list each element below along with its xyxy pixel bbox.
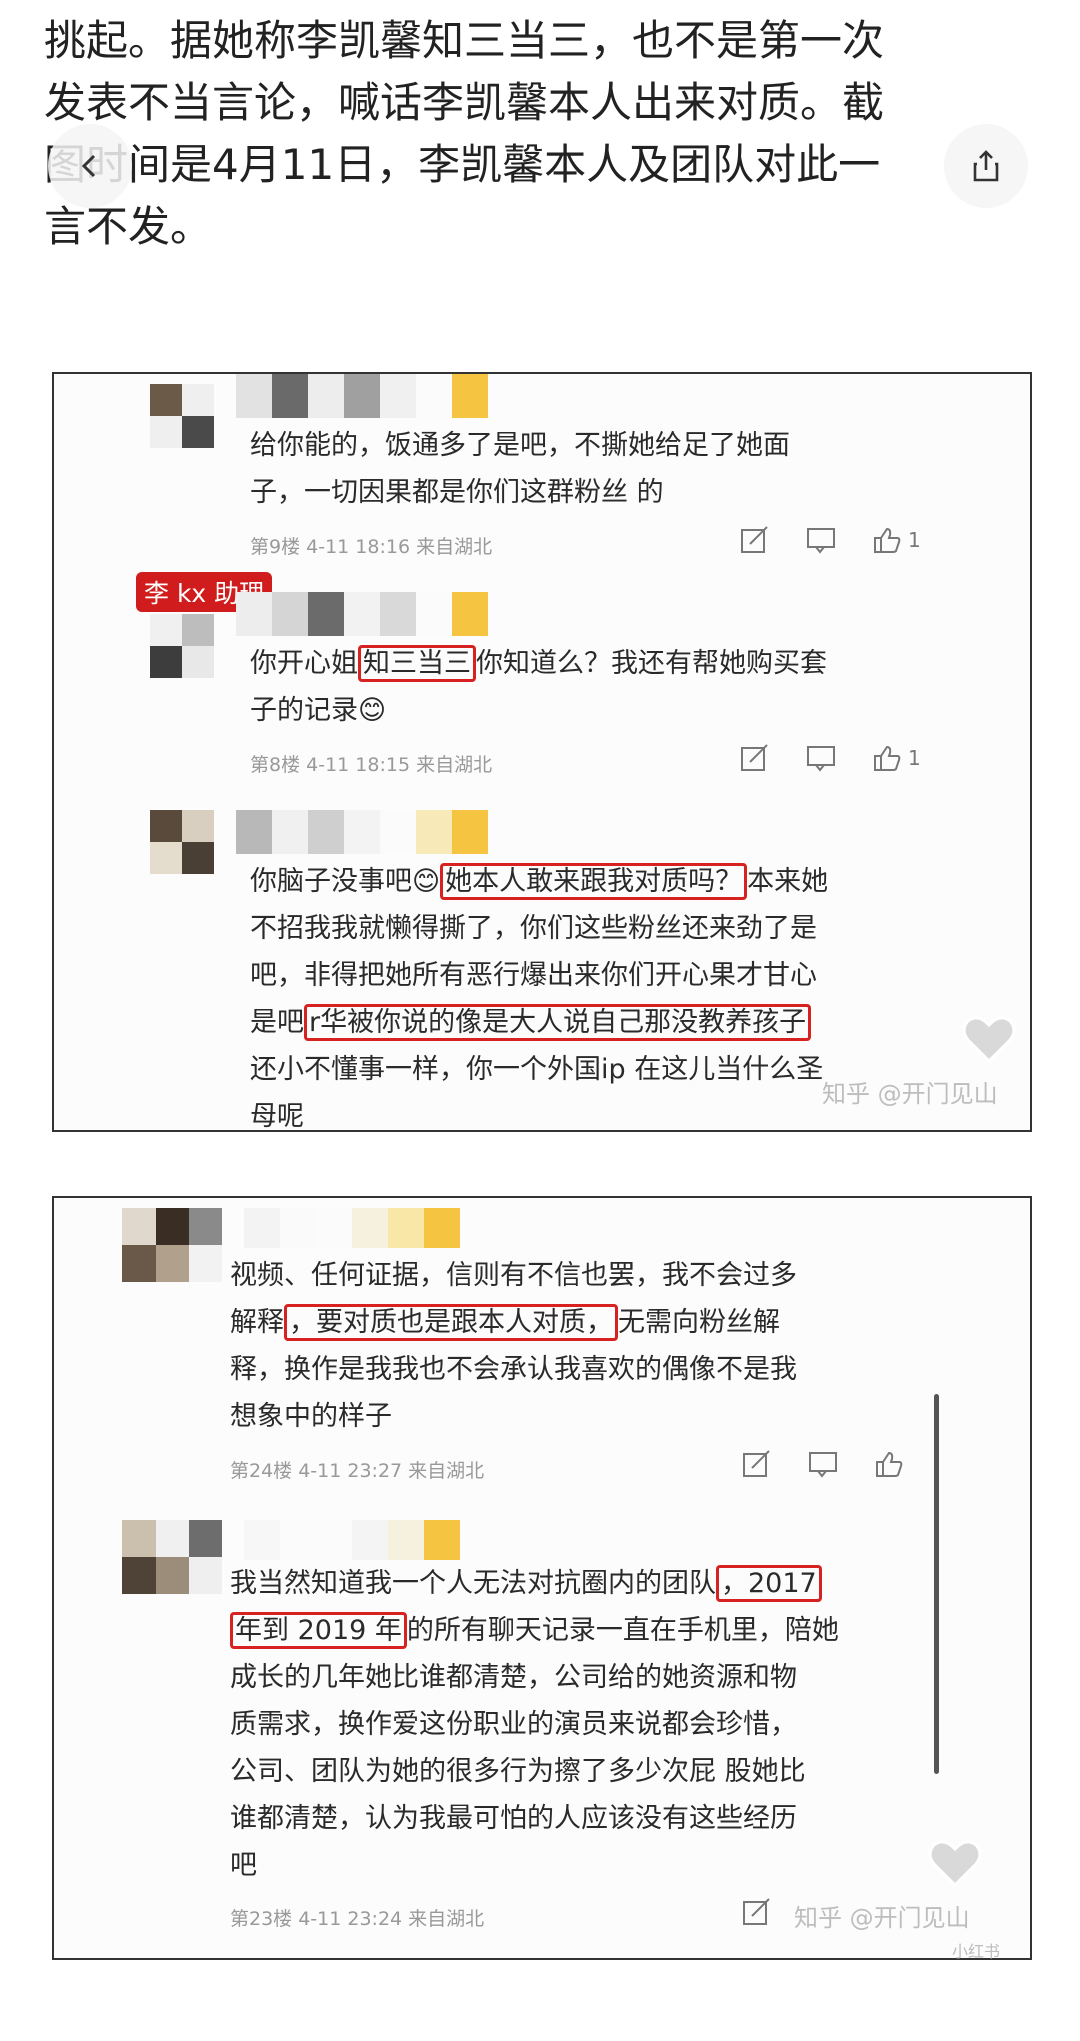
article-line: 发表不当言论，喊话李凯馨本人出来对质。截 (44, 78, 885, 127)
comment-screenshot-2: 视频、任何证据，信则有不信也罢，我不会过多 解释 ，要对质也是跟本人对质， 无需向粉… (52, 1196, 1032, 1961)
highlight-box: r华被你说的像是大人说自己那没教养孩子 (304, 1004, 812, 1041)
scrollbar[interactable] (934, 1394, 939, 1774)
comment-actions (742, 1898, 772, 1926)
comment-text: 你开心姐 知三当三 你知道么？我还有帮她购买套 子的记录😊 (250, 640, 827, 734)
avatar (122, 1520, 222, 1594)
username-pixelated (236, 810, 488, 854)
avatar (150, 614, 214, 678)
watermark: 知乎 @开门见山 (794, 1904, 970, 1932)
article-line: 挑起。据她称李凯馨知三当三，也不是第一次 (44, 16, 885, 65)
comment-actions (742, 1450, 904, 1478)
username-pixelated (244, 1208, 460, 1248)
avatar (150, 810, 214, 874)
comment-actions: 1 (740, 526, 921, 554)
highlight-box: ，2017 (716, 1565, 822, 1602)
chevron-left-icon (81, 154, 96, 178)
thumbs-up-icon (874, 745, 901, 771)
comment-icon[interactable] (806, 526, 836, 554)
article-line: 言不发。 (44, 202, 213, 251)
heart-icon[interactable] (928, 1838, 982, 1888)
comment-icon[interactable] (808, 1450, 838, 1478)
edit-icon[interactable] (742, 1450, 772, 1478)
share-icon (973, 150, 999, 182)
comment-text: 你脑子没事吧😊 她本人敢来跟我对质吗？ 本来她 不招我我就懒得撕了，你们这些粉丝还来… (250, 858, 828, 1140)
avatar (122, 1208, 222, 1282)
article-text: 挑起。据她称李凯馨知三当三，也不是第一次 发表不当言论，喊话李凯馨本人出来对质。… (44, 10, 1034, 258)
watermark: 知乎 @开门见山 (822, 1080, 998, 1108)
comment-actions: 1 (740, 744, 921, 772)
share-button[interactable] (944, 124, 1028, 208)
heart-icon[interactable] (962, 1014, 1016, 1064)
highlight-box: 她本人敢来跟我对质吗？ (440, 863, 748, 900)
edit-icon[interactable] (740, 526, 770, 554)
comment-text: 视频、任何证据，信则有不信也罢，我不会过多 解释 ，要对质也是跟本人对质， 无需向粉… (230, 1260, 797, 1432)
comment-meta: 第24楼 4-11 23:27 来自湖北 (230, 1460, 485, 1482)
highlight-box: 知三当三 (358, 645, 476, 682)
back-button[interactable] (48, 124, 132, 208)
article-line: 图时间是4月11日，李凯馨本人及团队对此一 (44, 140, 881, 189)
highlight-box: 年到 2019 年 (230, 1612, 407, 1649)
like-count: 1 (908, 528, 921, 552)
thumbs-up-icon[interactable] (874, 1450, 904, 1478)
comment-meta: 第8楼 4-11 18:15 来自湖北 (250, 754, 493, 776)
comment-meta: 第9楼 4-11 18:16 来自湖北 (250, 536, 493, 558)
like-button[interactable]: 1 (872, 526, 921, 554)
avatar (150, 384, 214, 448)
comment-text: 我当然知道我一个人无法对抗圈内的团队 ，2017 年到 2019 年的所有聊天记录… (230, 1560, 839, 1889)
comment-screenshot-1: 给你能的，饭通多了是吧，不撕她给足了她面 子，一切因果都是你们这群粉丝 的 第9… (52, 372, 1032, 1132)
edit-icon[interactable] (740, 744, 770, 772)
comment-meta: 第23楼 4-11 23:24 来自湖北 (230, 1908, 485, 1930)
comment-text: 给你能的，饭通多了是吧，不撕她给足了她面 子，一切因果都是你们这群粉丝 的 (250, 430, 790, 508)
username-pixelated (244, 1520, 460, 1560)
like-count: 1 (908, 746, 921, 770)
username-pixelated (236, 592, 488, 636)
like-button[interactable]: 1 (872, 744, 921, 772)
corner-watermark: 小红书 (952, 1942, 1001, 1961)
highlight-box: ，要对质也是跟本人对质， (284, 1304, 618, 1341)
edit-icon[interactable] (742, 1898, 772, 1926)
comment-icon[interactable] (806, 744, 836, 772)
username-pixelated (236, 374, 488, 418)
thumbs-up-icon (874, 527, 901, 553)
